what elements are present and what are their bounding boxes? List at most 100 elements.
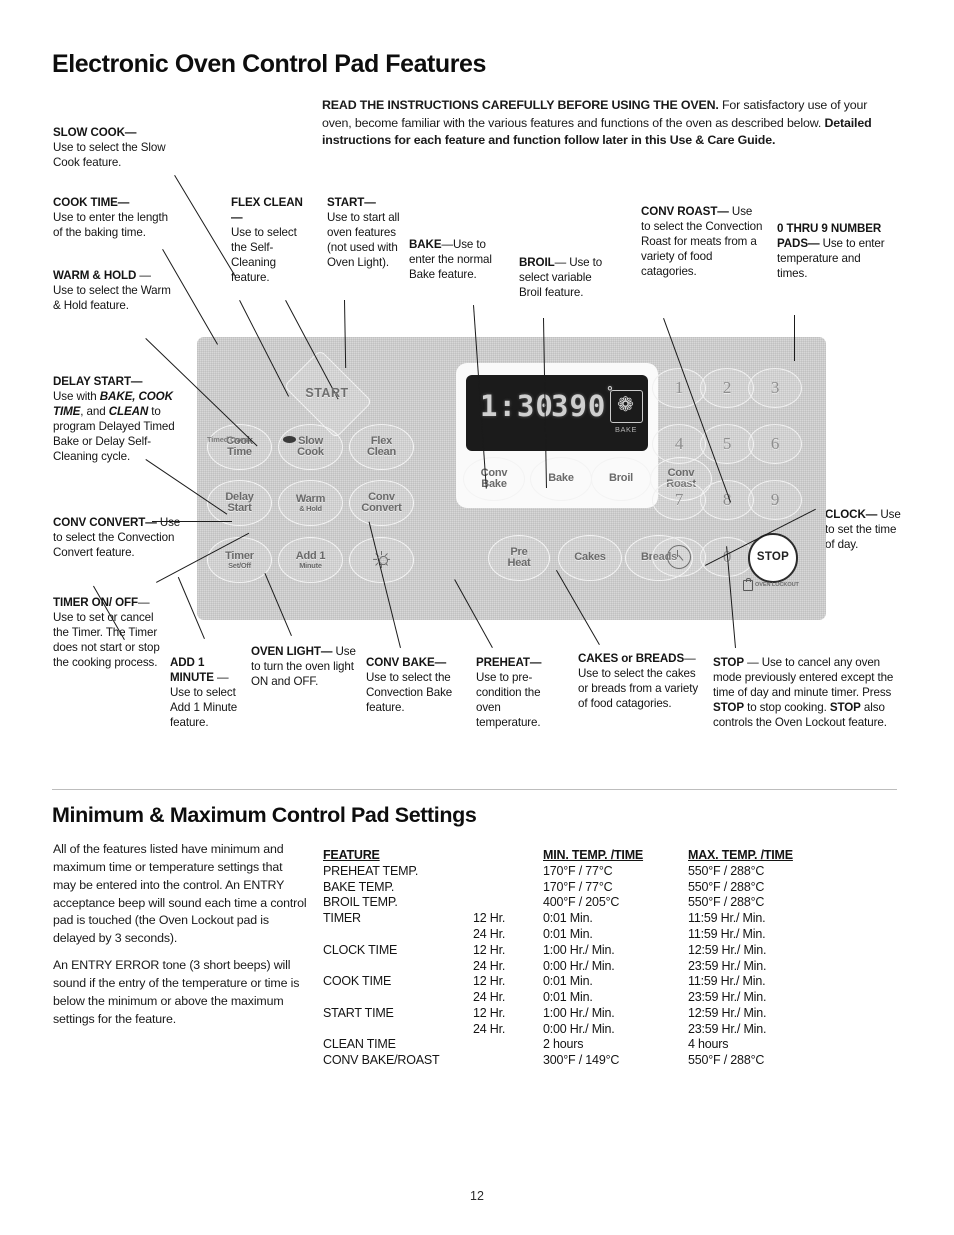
callout-italic-2: CLEAN [108, 404, 149, 418]
number-pad-6[interactable]: 6 [748, 424, 802, 464]
cell-max: 550°F / 288°C [688, 863, 765, 878]
table-row: COOK TIME 12 Hr. 0:01 Min. 11:59 Hr./ Min. [323, 973, 838, 989]
callout-term: WARM & HOLD [53, 269, 137, 282]
cakes-button-label: Cakes [574, 551, 606, 564]
table-row: START TIME 12 Hr. 1:00 Hr./ Min. 12:59 Hr./… [323, 1005, 838, 1021]
number-pad-1[interactable]: 1 [652, 368, 706, 408]
table-row: 24 Hr. 0:01 Min. 23:59 Hr./ Min. [323, 989, 838, 1005]
add-1-minute-button[interactable]: Add 1 Minute [278, 537, 343, 583]
callout-stop: STOP — Use to cancel any oven mode previ… [713, 656, 898, 731]
flex-clean-button[interactable]: Flex Clean [349, 424, 414, 470]
table-row: 24 Hr. 0:00 Hr./ Min. 23:59 Hr./ Min. [323, 958, 838, 974]
cell-feature: BAKE TEMP. [323, 879, 395, 894]
timer-set-off-button[interactable]: Timer Set/Off [207, 537, 272, 583]
cell-min: 400°F / 205°C [543, 895, 620, 910]
leader-line-start [343, 300, 347, 369]
cook-time-label-2: Time [227, 446, 252, 458]
callout-add-1-minute: ADD 1 MINUTE — Use to select Add 1 Minut… [170, 656, 242, 731]
callout-term: START— [327, 196, 376, 209]
warm-and-hold-button[interactable]: Warm & Hold [278, 480, 343, 526]
number-pad-2[interactable]: 2 [700, 368, 754, 408]
intro-paragraph: READ THE INSTRUCTIONS CAREFULLY BEFORE U… [322, 97, 892, 150]
cell-min: 0:01 Min. [543, 990, 593, 1005]
delay-start-button[interactable]: Delay Start [207, 480, 272, 526]
callout-term: TIMER ON/ OFF [53, 596, 139, 609]
cell-hour-mode: 24 Hr. [473, 990, 506, 1005]
callout-timer-on-off: TIMER ON/ OFF— Use to set or cancel the … [53, 596, 171, 671]
cell-max: 12:59 Hr./ Min. [688, 1005, 767, 1020]
broil-button-label: Broil [608, 472, 634, 485]
bake-button[interactable]: Bake [530, 457, 592, 501]
cell-max: 12:59 Hr./ Min. [688, 942, 767, 957]
light-bulb-icon [373, 551, 391, 569]
preheat-button[interactable]: Pre Heat [488, 535, 550, 581]
callout-term: CONV ROAST— [641, 205, 729, 218]
number-pad-7[interactable]: 7 [652, 480, 706, 520]
conv-bake-button[interactable]: Conv Bake [463, 457, 525, 501]
number-pad-label: 3 [770, 378, 780, 398]
cell-min: 0:01 Min. [543, 974, 593, 989]
callout-conv-bake: CONV BAKE— Use to select the Convection … [366, 656, 468, 716]
table-row: TIMER 12 Hr. 0:01 Min. 11:59 Hr./ Min. [323, 910, 838, 926]
callout-text: Use to select the Slow Cook feature. [53, 140, 166, 169]
table-body: PREHEAT TEMP. 170°F / 77°C 550°F / 288°C BA… [323, 863, 838, 1068]
number-pad-label: 7 [674, 490, 684, 510]
callout-bake: BAKE—Use to enter the normal Bake featur… [409, 238, 497, 283]
callout-flex-clean: FLEX CLEAN— Use to select the Self-Clean… [231, 196, 311, 286]
start-button[interactable]: START [283, 349, 373, 439]
cell-feature [323, 989, 473, 1005]
cell-feature: START TIME [323, 1005, 394, 1020]
callout-term: PREHEAT— [476, 656, 542, 669]
broil-button[interactable]: Broil [591, 457, 651, 501]
cell-hour-mode [473, 1052, 543, 1068]
callout-start: START— Use to start all oven features (n… [327, 196, 405, 271]
callout-term: CONV BAKE— [366, 656, 447, 669]
leader-line-conv-convert [152, 521, 232, 523]
callout-cakes-breads: CAKES or BREADS— Use to select the cakes… [578, 652, 700, 712]
number-pad-8[interactable]: 8 [700, 480, 754, 520]
callout-term: STOP [713, 656, 744, 669]
table-row: PREHEAT TEMP. 170°F / 77°C 550°F / 288°C [323, 863, 838, 879]
callout-term: FLEX CLEAN— [231, 196, 303, 224]
clock-button[interactable] [652, 537, 706, 577]
callout-term: ADD 1 MINUTE [170, 656, 214, 684]
slow-cook-button[interactable]: Slow Cook [278, 424, 343, 470]
table-row: BAKE TEMP. 170°F / 77°C 550°F / 288°C [323, 879, 838, 895]
cell-min: 2 hours [543, 1037, 584, 1052]
cell-hour-mode [473, 895, 543, 911]
number-pad-4[interactable]: 4 [652, 424, 706, 464]
cell-min: 170°F / 77°C [543, 879, 613, 894]
cell-min: 0:00 Hr./ Min. [543, 1021, 615, 1036]
callout-number-pads: 0 THRU 9 NUMBER PADS— Use to enter tempe… [777, 222, 887, 282]
callout-clock: CLOCK— Use to set the time of day. [825, 508, 903, 553]
number-pad-3[interactable]: 3 [748, 368, 802, 408]
cell-max: 550°F / 288°C [688, 879, 765, 894]
callout-oven-light: OVEN LIGHT— Use to turn the oven light O… [251, 645, 361, 690]
cell-hour-mode [473, 879, 543, 895]
cell-feature: CLOCK TIME [323, 942, 398, 957]
cell-max: 11:59 Hr./ Min. [688, 974, 766, 989]
callout-text-2: to stop cooking. [743, 700, 830, 714]
callout-conv-roast: CONV ROAST— Use to select the Convection… [641, 205, 763, 280]
conv-convert-button[interactable]: Conv Convert [349, 480, 414, 526]
callout-broil: BROIL— Use to select variable Broil feat… [519, 256, 615, 301]
number-pad-9[interactable]: 9 [748, 480, 802, 520]
table-row: CLOCK TIME 12 Hr. 1:00 Hr./ Min. 12:59 Hr./… [323, 942, 838, 958]
cell-hour-mode: 12 Hr. [473, 942, 506, 957]
number-pad-label: 4 [674, 434, 684, 454]
fan-icon: ❁ [617, 394, 634, 416]
preheat-label-2: Heat [507, 557, 531, 569]
cakes-button[interactable]: Cakes [558, 535, 622, 581]
cell-hour-mode: 24 Hr. [473, 1021, 506, 1036]
add-1-minute-label-2: Minute [299, 560, 322, 570]
cell-max: 11:59 Hr./ Min. [688, 927, 766, 942]
page-number: 12 [470, 1189, 484, 1203]
cell-min: 1:00 Hr./ Min. [543, 1005, 615, 1020]
number-pad-label: 1 [674, 378, 684, 398]
callout-text: Use to pre-condition the oven temperatur… [476, 670, 541, 729]
header-feature: FEATURE [323, 848, 380, 862]
callout-term: BROIL [519, 256, 555, 269]
table-row: CONV BAKE/ROAST 300°F / 149°C 550°F / 288°… [323, 1052, 838, 1068]
cell-max: 550°F / 288°C [688, 1053, 765, 1068]
conv-convert-label-2: Convert [361, 502, 402, 514]
